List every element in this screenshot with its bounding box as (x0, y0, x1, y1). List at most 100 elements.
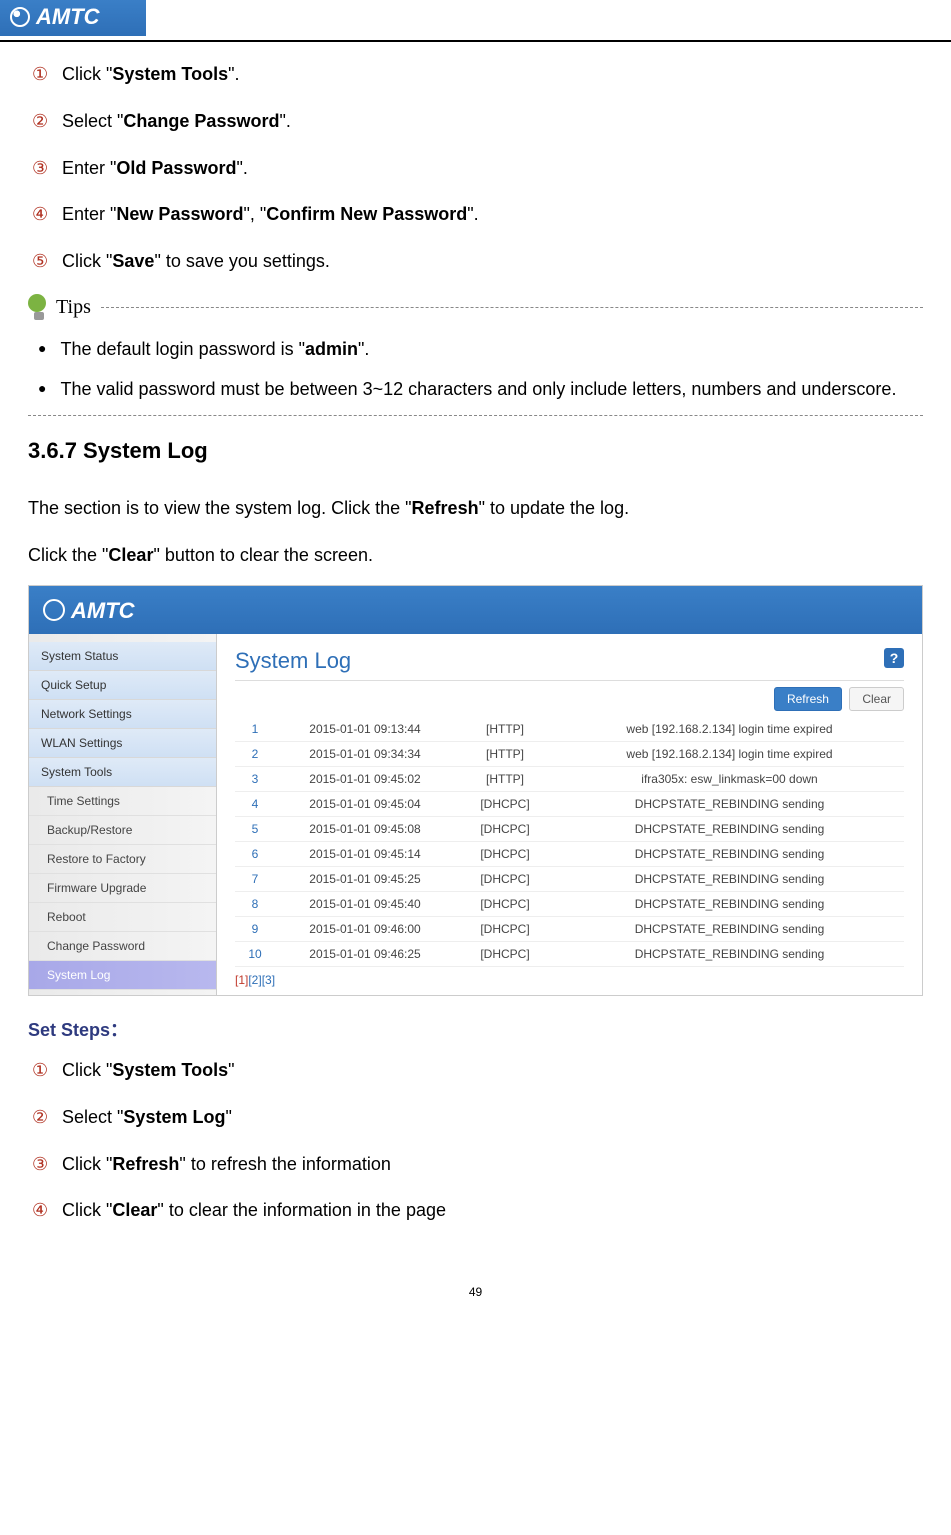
table-row: 42015-01-01 09:45:04[DHCPC]DHCPSTATE_REB… (235, 791, 904, 816)
ui-brand-text: AMTC (71, 598, 135, 623)
log-source: [DHCPC] (455, 791, 555, 816)
log-source: [DHCPC] (455, 941, 555, 966)
clear-button[interactable]: Clear (849, 687, 904, 711)
set-steps-title: Set Steps： (28, 1016, 923, 1042)
log-source: [DHCPC] (455, 866, 555, 891)
log-time: 2015-01-01 09:45:08 (275, 816, 455, 841)
tips-bullet: The default login password is "admin". (38, 330, 923, 370)
ui-brand-bar: AMTC (29, 586, 922, 634)
logo-orb-icon (10, 7, 30, 27)
steps-bottom-list: ①Click "System Tools" ②Select "System Log… (32, 1056, 923, 1225)
log-time: 2015-01-01 09:46:25 (275, 941, 455, 966)
log-message: DHCPSTATE_REBINDING sending (555, 841, 904, 866)
table-row: 12015-01-01 09:13:44[HTTP]web [192.168.2… (235, 717, 904, 742)
sidebar-subitem[interactable]: Backup/Restore (29, 816, 216, 845)
sidebar-subitem[interactable]: Time Settings (29, 787, 216, 816)
ui-screenshot: AMTC System StatusQuick SetupNetwork Set… (28, 585, 923, 996)
log-message: DHCPSTATE_REBINDING sending (555, 916, 904, 941)
log-message: DHCPSTATE_REBINDING sending (555, 891, 904, 916)
bulb-icon (28, 294, 50, 322)
log-index: 7 (235, 866, 275, 891)
ui-logo-orb-icon (43, 599, 65, 621)
page-link[interactable]: [2] (248, 973, 261, 987)
pager: [1][2][3] (235, 973, 904, 987)
log-message: DHCPSTATE_REBINDING sending (555, 791, 904, 816)
step-item: ③Enter "Old Password". (32, 154, 923, 183)
log-index: 10 (235, 941, 275, 966)
sidebar-subitem[interactable]: Restore to Factory (29, 845, 216, 874)
log-index: 5 (235, 816, 275, 841)
sidebar-subitem[interactable]: System Log (29, 961, 216, 990)
sidebar-item[interactable]: Quick Setup (29, 671, 216, 700)
log-time: 2015-01-01 09:34:34 (275, 741, 455, 766)
sidebar-subitem[interactable]: Change Password (29, 932, 216, 961)
section-heading: 3.6.7 System Log (28, 438, 923, 464)
sidebar-subitem[interactable]: Firmware Upgrade (29, 874, 216, 903)
table-row: 72015-01-01 09:45:25[DHCPC]DHCPSTATE_REB… (235, 866, 904, 891)
content-pane: ? System Log Refresh Clear 12015-01-01 0… (217, 634, 922, 995)
sidebar-item[interactable]: System Tools (29, 758, 216, 787)
log-index: 1 (235, 717, 275, 742)
logo-text: AMTC (36, 4, 100, 29)
log-time: 2015-01-01 09:46:00 (275, 916, 455, 941)
page-link[interactable]: [1] (235, 973, 248, 987)
log-index: 4 (235, 791, 275, 816)
step-item: ②Select "Change Password". (32, 107, 923, 136)
sidebar-item[interactable]: Network Settings (29, 700, 216, 729)
sidebar-item[interactable]: System Status (29, 642, 216, 671)
tips-header: Tips (28, 294, 923, 322)
step-item: ③Click "Refresh" to refresh the informat… (32, 1150, 923, 1179)
intro-line-1: The section is to view the system log. C… (28, 492, 923, 524)
table-row: 102015-01-01 09:46:25[DHCPC]DHCPSTATE_RE… (235, 941, 904, 966)
header-rule (0, 40, 951, 42)
log-index: 8 (235, 891, 275, 916)
step-number-icon: ⑤ (32, 247, 54, 276)
log-source: [HTTP] (455, 766, 555, 791)
step-number-icon: ② (32, 107, 54, 136)
table-row: 32015-01-01 09:45:02[HTTP]ifra305x: esw_… (235, 766, 904, 791)
page-link[interactable]: [3] (262, 973, 275, 987)
log-index: 3 (235, 766, 275, 791)
tips-block: Tips The default login password is "admi… (28, 294, 923, 416)
table-row: 52015-01-01 09:45:08[DHCPC]DHCPSTATE_REB… (235, 816, 904, 841)
log-time: 2015-01-01 09:45:14 (275, 841, 455, 866)
log-message: DHCPSTATE_REBINDING sending (555, 941, 904, 966)
log-source: [DHCPC] (455, 916, 555, 941)
log-message: DHCPSTATE_REBINDING sending (555, 866, 904, 891)
table-row: 62015-01-01 09:45:14[DHCPC]DHCPSTATE_REB… (235, 841, 904, 866)
step-number-icon: ① (32, 60, 54, 89)
log-index: 6 (235, 841, 275, 866)
log-source: [HTTP] (455, 741, 555, 766)
button-row: Refresh Clear (235, 687, 904, 711)
sidebar: System StatusQuick SetupNetwork Settings… (29, 634, 217, 995)
log-source: [DHCPC] (455, 816, 555, 841)
steps-top-list: ①Click "System Tools".②Select "Change Pa… (32, 60, 923, 276)
step-item: ②Select "System Log" (32, 1103, 923, 1132)
page-number: 49 (28, 1285, 923, 1299)
table-row: 82015-01-01 09:45:40[DHCPC]DHCPSTATE_REB… (235, 891, 904, 916)
sidebar-subitem[interactable]: Reboot (29, 903, 216, 932)
log-message: DHCPSTATE_REBINDING sending (555, 816, 904, 841)
step-number-icon: ④ (32, 200, 54, 229)
refresh-button[interactable]: Refresh (774, 687, 842, 711)
help-icon[interactable]: ? (884, 648, 904, 668)
step-item: ①Click "System Tools" (32, 1056, 923, 1085)
sidebar-item[interactable]: WLAN Settings (29, 729, 216, 758)
step-number-icon: ④ (32, 1196, 54, 1225)
log-source: [DHCPC] (455, 891, 555, 916)
tips-dashed-bottom (28, 415, 923, 416)
log-time: 2015-01-01 09:45:40 (275, 891, 455, 916)
log-table: 12015-01-01 09:13:44[HTTP]web [192.168.2… (235, 717, 904, 967)
table-row: 22015-01-01 09:34:34[HTTP]web [192.168.2… (235, 741, 904, 766)
page-logo: AMTC (0, 0, 148, 36)
tips-bullet: The valid password must be between 3~12 … (38, 370, 923, 410)
log-source: [HTTP] (455, 717, 555, 742)
step-number-icon: ② (32, 1103, 54, 1132)
log-index: 2 (235, 741, 275, 766)
step-number-icon: ③ (32, 154, 54, 183)
log-source: [DHCPC] (455, 841, 555, 866)
log-message: web [192.168.2.134] login time expired (555, 741, 904, 766)
log-time: 2015-01-01 09:45:04 (275, 791, 455, 816)
content-title: System Log (235, 648, 904, 674)
tips-title: Tips (56, 296, 91, 319)
